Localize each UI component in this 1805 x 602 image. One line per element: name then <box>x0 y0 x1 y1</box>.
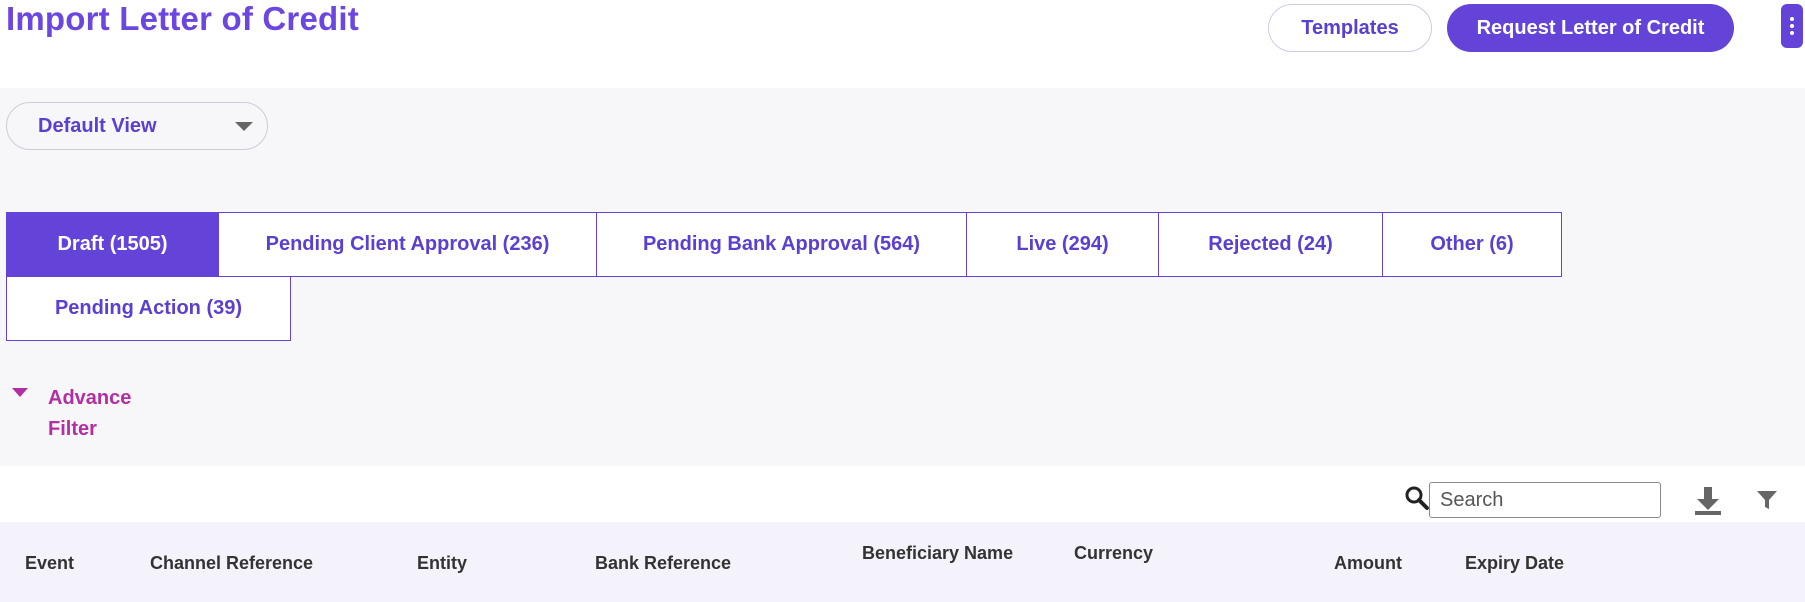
advance-filter-toggle[interactable]: Advance Filter <box>12 383 148 445</box>
tab-other[interactable]: Other (6) <box>1382 212 1562 277</box>
page-title: Import Letter of Credit <box>6 0 359 37</box>
tab-draft[interactable]: Draft (1505) <box>6 212 219 277</box>
tab-live[interactable]: Live (294) <box>966 212 1159 277</box>
column-header-expiry-date[interactable]: Expiry Date <box>1465 553 1564 574</box>
templates-button[interactable]: Templates <box>1268 4 1432 52</box>
caret-down-icon <box>12 388 28 397</box>
column-header-entity[interactable]: Entity <box>417 553 467 574</box>
search-input[interactable] <box>1429 482 1661 518</box>
view-select-label: Default View <box>38 115 157 137</box>
tab-pending-bank-approval[interactable]: Pending Bank Approval (564) <box>596 212 967 277</box>
kebab-menu-icon[interactable] <box>1781 4 1803 48</box>
caret-down-icon <box>235 122 253 131</box>
tab-pending-client-approval[interactable]: Pending Client Approval (236) <box>218 212 597 277</box>
search-icon[interactable] <box>1404 485 1430 511</box>
filter-icon[interactable] <box>1756 489 1778 511</box>
advance-filter-label: Advance Filter <box>48 387 132 440</box>
column-header-amount[interactable]: Amount <box>1334 553 1402 574</box>
download-icon[interactable] <box>1693 485 1723 517</box>
table-header: Event Channel Reference Entity Bank Refe… <box>0 522 1805 602</box>
view-select[interactable]: Default View <box>6 102 268 150</box>
column-header-event[interactable]: Event <box>25 553 74 574</box>
request-letter-of-credit-button[interactable]: Request Letter of Credit <box>1447 4 1734 52</box>
column-header-bank-reference[interactable]: Bank Reference <box>595 553 731 574</box>
column-header-beneficiary-name[interactable]: Beneficiary Name <box>862 543 1013 564</box>
tab-pending-action[interactable]: Pending Action (39) <box>6 276 291 341</box>
column-header-currency[interactable]: Currency <box>1074 543 1153 564</box>
column-header-channel-reference[interactable]: Channel Reference <box>150 553 313 574</box>
tab-rejected[interactable]: Rejected (24) <box>1158 212 1383 277</box>
